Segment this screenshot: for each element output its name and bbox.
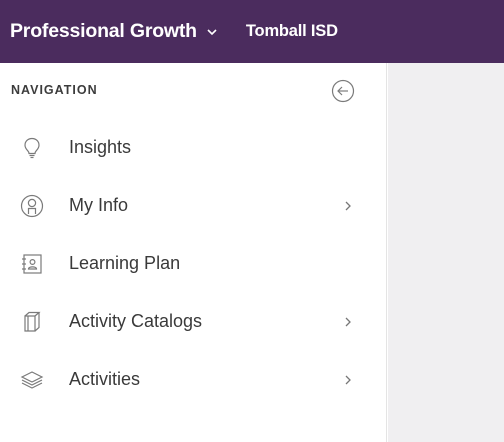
user-circle-icon xyxy=(20,194,44,218)
chevron-right-icon xyxy=(343,373,353,387)
layers-icon xyxy=(20,368,44,392)
chevron-down-icon xyxy=(206,26,218,38)
arrow-circle-left-icon xyxy=(331,79,355,103)
id-card-icon xyxy=(20,252,44,276)
chevron-right-icon xyxy=(343,315,353,329)
books-icon xyxy=(20,310,44,334)
main-content xyxy=(388,63,504,442)
sidebar-item-label: Insights xyxy=(69,137,132,157)
sidebar-item-my-info[interactable]: My Info xyxy=(0,177,387,235)
product-switcher[interactable]: Professional Growth xyxy=(0,0,218,63)
sidebar-item-label: Learning Plan xyxy=(69,253,181,273)
sidebar-item-learning-plan[interactable]: Learning Plan xyxy=(0,235,387,293)
sidebar-item-activities[interactable]: Activities xyxy=(0,351,387,409)
sidebar: NAVIGATION Insights My Info Learning Pla… xyxy=(0,63,387,442)
sidebar-item-activity-catalogs[interactable]: Activity Catalogs xyxy=(0,293,387,351)
product-label: Professional Growth xyxy=(10,20,197,42)
lightbulb-icon xyxy=(20,136,44,160)
nav-title: NAVIGATION xyxy=(11,83,98,97)
chevron-right-icon xyxy=(343,199,353,213)
sidebar-item-label: My Info xyxy=(69,195,129,215)
nav-header: NAVIGATION xyxy=(0,63,387,119)
collapse-sidebar-button[interactable] xyxy=(331,79,355,103)
sidebar-item-label: Activity Catalogs xyxy=(69,311,203,331)
district-label[interactable]: Tomball ISD xyxy=(246,22,338,41)
sidebar-item-label: Activities xyxy=(69,369,141,389)
top-bar: Professional Growth Tomball ISD xyxy=(0,0,504,63)
sidebar-item-insights[interactable]: Insights xyxy=(0,119,387,177)
